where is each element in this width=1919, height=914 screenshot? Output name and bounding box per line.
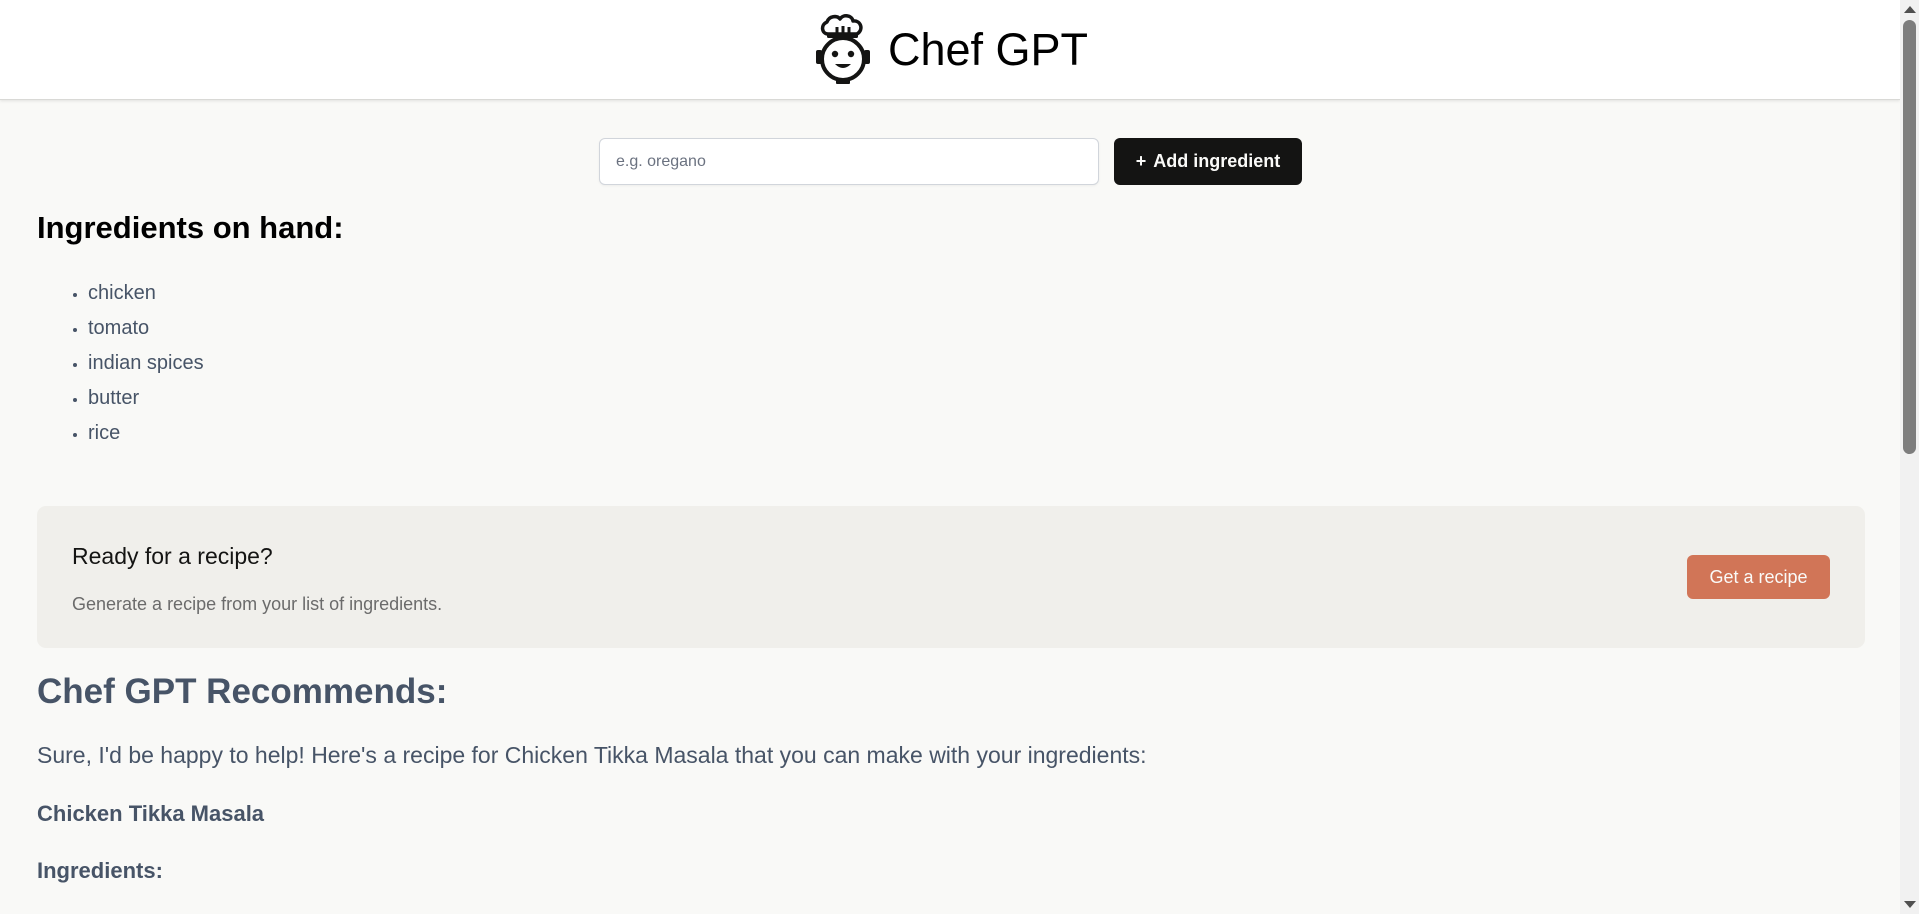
list-item: tomato	[88, 311, 204, 346]
scrollbar-thumb[interactable]	[1903, 20, 1916, 454]
vertical-scrollbar[interactable]	[1900, 0, 1919, 914]
app-title: Chef GPT	[887, 23, 1089, 75]
ingredient-input[interactable]	[599, 138, 1099, 185]
card-description: Generate a recipe from your list of ingr…	[72, 594, 443, 614]
recipe-name: Chicken Tikka Masala	[37, 801, 265, 826]
plus-icon: +	[1135, 151, 1147, 171]
recommendation-intro: Sure, I'd be happy to help! Here's a rec…	[37, 742, 1147, 768]
get-recipe-card: Ready for a recipe? Generate a recipe fr…	[37, 506, 1865, 648]
main-content: + Add ingredient Ingredients on hand: ch…	[0, 100, 1900, 914]
brand: Chef GPT	[812, 13, 1089, 86]
ingredients-title: Ingredients on hand:	[37, 210, 344, 245]
recommendation-heading: Chef GPT Recommends:	[37, 672, 448, 711]
card-title: Ready for a recipe?	[72, 543, 273, 569]
page: Chef GPT + Add ingredient Ingredients on…	[0, 0, 1919, 914]
app-header: Chef GPT	[0, 0, 1900, 100]
list-item: chicken	[88, 276, 204, 311]
recipe-ingredients-label: Ingredients:	[37, 858, 163, 883]
add-ingredient-label: Add ingredient	[1153, 151, 1281, 171]
list-item: butter	[88, 381, 204, 416]
add-ingredient-button[interactable]: + Add ingredient	[1114, 138, 1302, 185]
get-recipe-button[interactable]: Get a recipe	[1687, 555, 1830, 599]
scroll-up-arrow-icon[interactable]	[1904, 6, 1916, 13]
ingredients-list: chicken tomato indian spices butter rice	[88, 276, 204, 451]
add-ingredient-form: + Add ingredient	[599, 138, 1302, 185]
list-item: indian spices	[88, 346, 204, 381]
scroll-down-arrow-icon[interactable]	[1904, 901, 1916, 908]
chef-robot-icon	[812, 13, 874, 86]
list-item: rice	[88, 416, 204, 451]
